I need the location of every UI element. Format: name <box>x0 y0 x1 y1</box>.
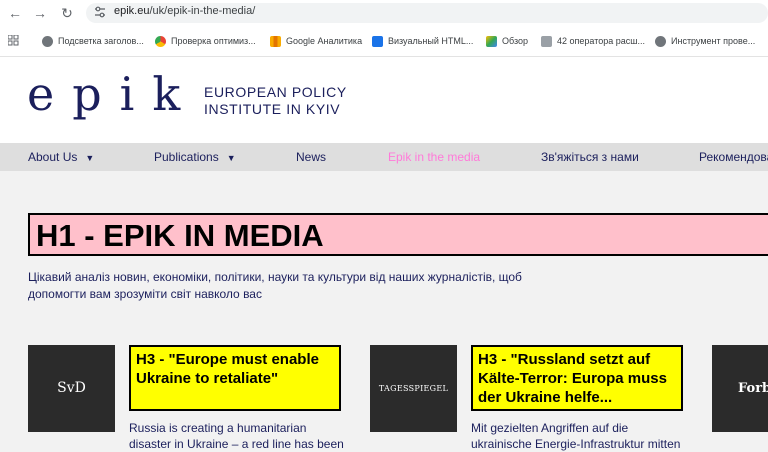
bookmark-item[interactable]: Инструмент прове... <box>655 32 755 50</box>
bookmark-item[interactable]: 42 оператора расш... <box>541 32 645 50</box>
html-editor-icon <box>372 36 383 48</box>
site-tagline: EUROPEAN POLICY INSTITUTE IN KYIV <box>204 84 347 118</box>
bookmark-item[interactable]: Визуальный HTML... <box>372 32 473 50</box>
bookmark-label: Google Аналитика <box>286 36 363 46</box>
source-logo-svd[interactable]: SvD <box>28 345 115 432</box>
source-logo-forbes[interactable]: Forbes <box>712 345 768 432</box>
analytics-icon <box>270 36 281 48</box>
menu-item-publications[interactable]: Publications ▼ <box>154 149 236 166</box>
globe-icon <box>655 36 666 48</box>
bookmarks-bar: Подсветка заголов... Проверка оптимиз...… <box>0 30 768 52</box>
bookmark-item[interactable]: Обзор <box>486 32 528 50</box>
bookmark-label: Обзор <box>502 36 528 46</box>
site-logo[interactable]: epik <box>27 64 198 124</box>
reload-icon[interactable]: ↻ <box>58 4 76 22</box>
bookmark-item[interactable]: Google Аналитика <box>270 32 362 50</box>
tagline-line: EUROPEAN POLICY <box>204 84 347 100</box>
caret-down-icon: ▼ <box>226 153 236 163</box>
apps-grid-icon[interactable] <box>8 35 19 46</box>
url-text[interactable]: epik.eu/uk/epik-in-the-media/ <box>114 5 255 17</box>
menu-item-recommended[interactable]: Рекомендовані <box>699 149 768 165</box>
article-title[interactable]: H3 - "Europe must enable Ukraine to reta… <box>129 345 341 411</box>
bookmark-item[interactable]: Проверка оптимиз... <box>155 32 256 50</box>
site-settings-icon[interactable] <box>94 6 106 18</box>
page-title: H1 - EPIK IN MEDIA <box>36 218 324 253</box>
menu-label: Publications <box>154 150 219 164</box>
page-intro: Цікавий аналіз новин, економіки, політик… <box>28 270 522 301</box>
menu-item-news[interactable]: News <box>296 149 326 165</box>
article-title[interactable]: H3 - "Russland setzt auf Kälte-Terror: E… <box>471 345 683 411</box>
bookmark-item[interactable]: Подсветка заголов... <box>42 32 144 50</box>
caret-down-icon: ▼ <box>85 153 95 163</box>
browser-chrome: ← → ↻ epik.eu/uk/epik-in-the-media/ Подс… <box>0 0 768 57</box>
tagline-line: INSTITUTE IN KYIV <box>204 101 341 117</box>
globe-icon <box>42 36 53 48</box>
menu-item-about-us[interactable]: About Us ▼ <box>28 149 94 166</box>
article-excerpt: Russia is creating a humanitarian disast… <box>129 421 344 451</box>
forward-arrow-icon[interactable]: → <box>31 4 49 22</box>
bookmark-label: 42 оператора расш... <box>557 36 645 46</box>
url-path: /uk/epik-in-the-media/ <box>149 5 256 17</box>
article-excerpt: Mit gezielten Angriffen auf die ukrainis… <box>471 421 681 451</box>
bookmark-page-icon <box>541 36 552 48</box>
chrome-icon <box>155 36 166 48</box>
main-menu: About Us ▼ Publications ▼ News Epik in the… <box>0 143 768 171</box>
page-title-box: H1 - EPIK IN MEDIA <box>28 213 768 256</box>
bookmark-label: Инструмент прове... <box>671 36 756 46</box>
menu-label: About Us <box>28 150 78 164</box>
menu-item-epik-in-the-media[interactable]: Epik in the media <box>388 149 480 165</box>
back-arrow-icon[interactable]: ← <box>6 4 24 22</box>
bookmark-label: Проверка оптимиз... <box>171 36 256 46</box>
menu-item-contact[interactable]: Зв'яжіться з нами <box>541 149 639 165</box>
search-console-icon <box>486 36 497 48</box>
browser-nav-bar: ← → ↻ epik.eu/uk/epik-in-the-media/ <box>0 0 768 26</box>
bookmark-label: Подсветка заголов... <box>58 36 144 46</box>
source-logo-tagesspiegel[interactable]: TAGESSPIEGEL <box>370 345 457 432</box>
url-host: epik.eu <box>114 5 150 17</box>
bookmark-label: Визуальный HTML... <box>388 36 474 46</box>
